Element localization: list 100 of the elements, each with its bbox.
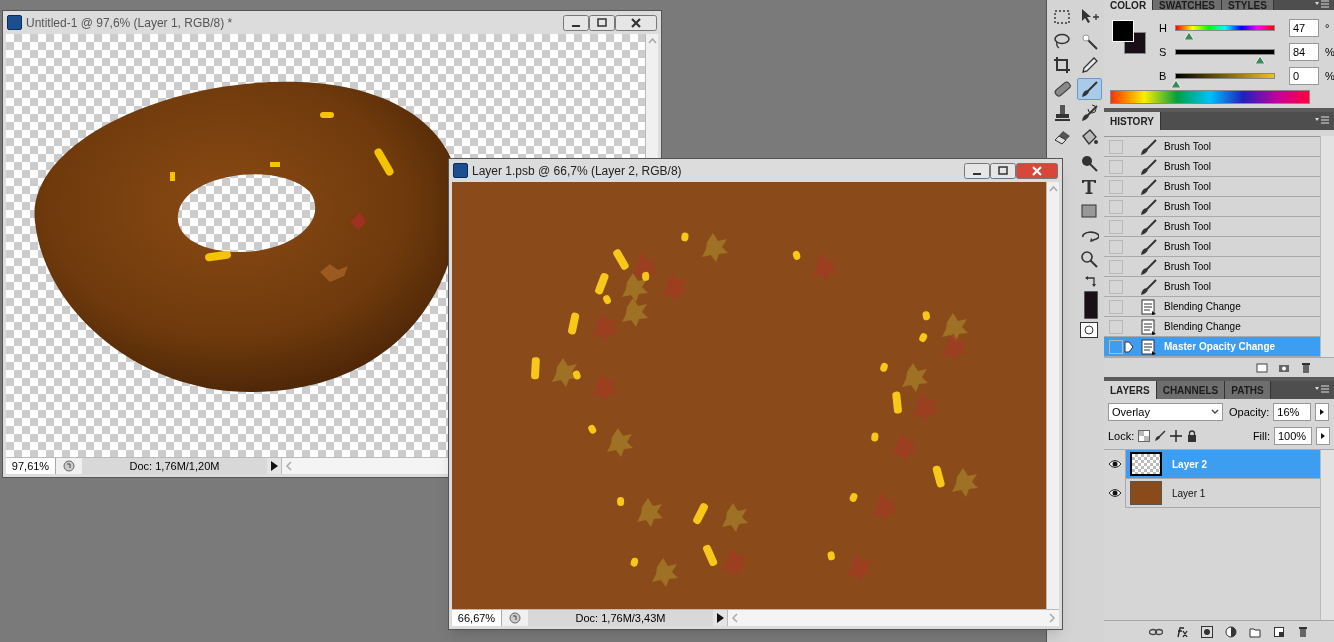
history-item[interactable]: Brush Tool (1104, 197, 1320, 217)
history-checkbox[interactable] (1109, 339, 1123, 354)
rectangle-icon (1079, 201, 1099, 221)
color-spectrum[interactable] (1110, 90, 1310, 104)
tool-button[interactable] (1076, 78, 1102, 100)
history-checkbox[interactable] (1109, 159, 1123, 174)
unit-label: % (1325, 70, 1334, 82)
zoom-field[interactable]: 66,67% (452, 610, 502, 626)
blend-mode-value: Overlay (1112, 404, 1150, 420)
status-arrow-button[interactable] (713, 610, 727, 626)
history-checkbox[interactable] (1109, 199, 1123, 214)
fill-label: Fill: (1252, 428, 1270, 444)
value-field[interactable]: 84 (1289, 43, 1319, 61)
document-icon (1138, 296, 1158, 317)
value-field[interactable]: 47 (1289, 19, 1319, 37)
document-size-label: Doc: 1,76M/1,20M (82, 458, 267, 474)
brush-icon (1138, 276, 1158, 297)
zoom-field[interactable]: 97,61% (6, 458, 56, 474)
history-checkbox[interactable] (1109, 319, 1123, 334)
layer-name: Layer 2 (1172, 457, 1208, 472)
eye-icon[interactable] (1107, 459, 1122, 469)
status-arrow-button[interactable] (267, 458, 281, 474)
swap-colors-icon (1084, 274, 1098, 288)
history-item[interactable]: Brush Tool (1104, 237, 1320, 257)
flyout-arrow-button[interactable] (1315, 403, 1330, 421)
trash-icon[interactable] (1297, 625, 1309, 638)
app-logo-icon (7, 15, 22, 30)
close-button[interactable] (615, 14, 657, 31)
history-checkbox[interactable] (1109, 279, 1123, 294)
trash-icon[interactable] (1300, 361, 1312, 374)
eyedropper-icon (1079, 55, 1099, 75)
background-color-swatch[interactable] (1084, 291, 1098, 319)
opacity-field[interactable]: 16% (1273, 403, 1312, 421)
half-circle-icon[interactable] (1225, 625, 1237, 638)
magnifier-shaped-icon (1079, 153, 1099, 173)
link-icon[interactable] (1149, 626, 1163, 637)
new-layer-icon[interactable] (1273, 625, 1285, 638)
panel-tab[interactable]: HISTORY (1104, 112, 1161, 130)
padlock-icon[interactable] (1186, 430, 1199, 442)
slider-label: S (1159, 44, 1168, 60)
flyout-arrow-button[interactable] (1316, 427, 1330, 445)
panel-tab[interactable]: LAYERS (1104, 381, 1157, 399)
fx-icon[interactable] (1175, 625, 1189, 638)
zoom-icon (1079, 249, 1099, 269)
history-checkbox[interactable] (1109, 299, 1123, 314)
unit-label: ° (1325, 22, 1330, 34)
layer-thumbnail (1130, 481, 1162, 505)
close-button[interactable] (1016, 162, 1058, 179)
eye-icon[interactable] (1107, 488, 1122, 498)
panel-menu-icon[interactable] (1314, 384, 1330, 396)
history-label: Brush Tool (1164, 260, 1212, 274)
lock-label: Lock: (1108, 428, 1135, 444)
mask-icon[interactable] (1201, 625, 1213, 638)
slider-label: H (1159, 20, 1168, 36)
document-size-label: Doc: 1,76M/3,43M (528, 610, 713, 626)
minimize-button[interactable] (964, 162, 990, 179)
history-checkbox[interactable] (1109, 239, 1123, 254)
maximize-button[interactable] (589, 14, 615, 31)
maximize-button[interactable] (990, 162, 1016, 179)
minimize-button[interactable] (563, 14, 589, 31)
history-item[interactable]: Brush Tool (1104, 217, 1320, 237)
history-label: Blending Change (1164, 320, 1241, 334)
brush-icon (1138, 156, 1158, 177)
quick-mask-icon[interactable] (1080, 322, 1098, 338)
history-label: Brush Tool (1164, 280, 1212, 294)
panel-menu-icon[interactable] (1314, 115, 1330, 127)
brush-icon (1138, 256, 1158, 277)
value-field[interactable]: 0 (1289, 67, 1319, 85)
move-cross-icon[interactable] (1170, 430, 1183, 442)
unit-label: % (1325, 46, 1334, 58)
panel-menu-icon[interactable] (1314, 0, 1330, 10)
lock-brush-icon[interactable] (1154, 430, 1167, 442)
history-label: Brush Tool (1164, 140, 1212, 154)
history-item[interactable]: Brush Tool (1104, 157, 1320, 177)
brush-icon (1079, 79, 1099, 99)
history-item[interactable]: Brush Tool (1104, 277, 1320, 297)
history-label: Brush Tool (1164, 220, 1212, 234)
history-item[interactable]: Blending Change (1104, 297, 1320, 317)
history-checkbox[interactable] (1109, 179, 1123, 194)
history-checkbox[interactable] (1109, 139, 1123, 154)
brush-icon (1079, 103, 1099, 123)
fill-field[interactable]: 100% (1274, 427, 1312, 445)
history-checkbox[interactable] (1109, 219, 1123, 234)
history-item[interactable]: Brush Tool (1104, 137, 1320, 157)
history-checkbox[interactable] (1109, 259, 1123, 274)
new-document-icon[interactable] (1256, 361, 1268, 374)
magic-wand-icon (1079, 31, 1099, 51)
history-item[interactable]: Brush Tool (1104, 177, 1320, 197)
layer-row[interactable]: Layer 1 (1104, 479, 1320, 508)
slider-thumb[interactable] (1171, 80, 1181, 88)
folder-icon[interactable] (1249, 625, 1261, 638)
history-item[interactable]: Brush Tool (1104, 257, 1320, 277)
brush-icon (1138, 176, 1158, 197)
history-label: Brush Tool (1164, 200, 1212, 214)
lock-transparency-icon[interactable] (1138, 430, 1151, 442)
foreground-color-swatch[interactable] (1112, 20, 1134, 42)
marquee-icon (1051, 7, 1072, 27)
status-menu-icon (60, 458, 78, 474)
blend-mode-dropdown[interactable]: Overlay (1108, 403, 1223, 421)
history-label: Brush Tool (1164, 240, 1212, 254)
